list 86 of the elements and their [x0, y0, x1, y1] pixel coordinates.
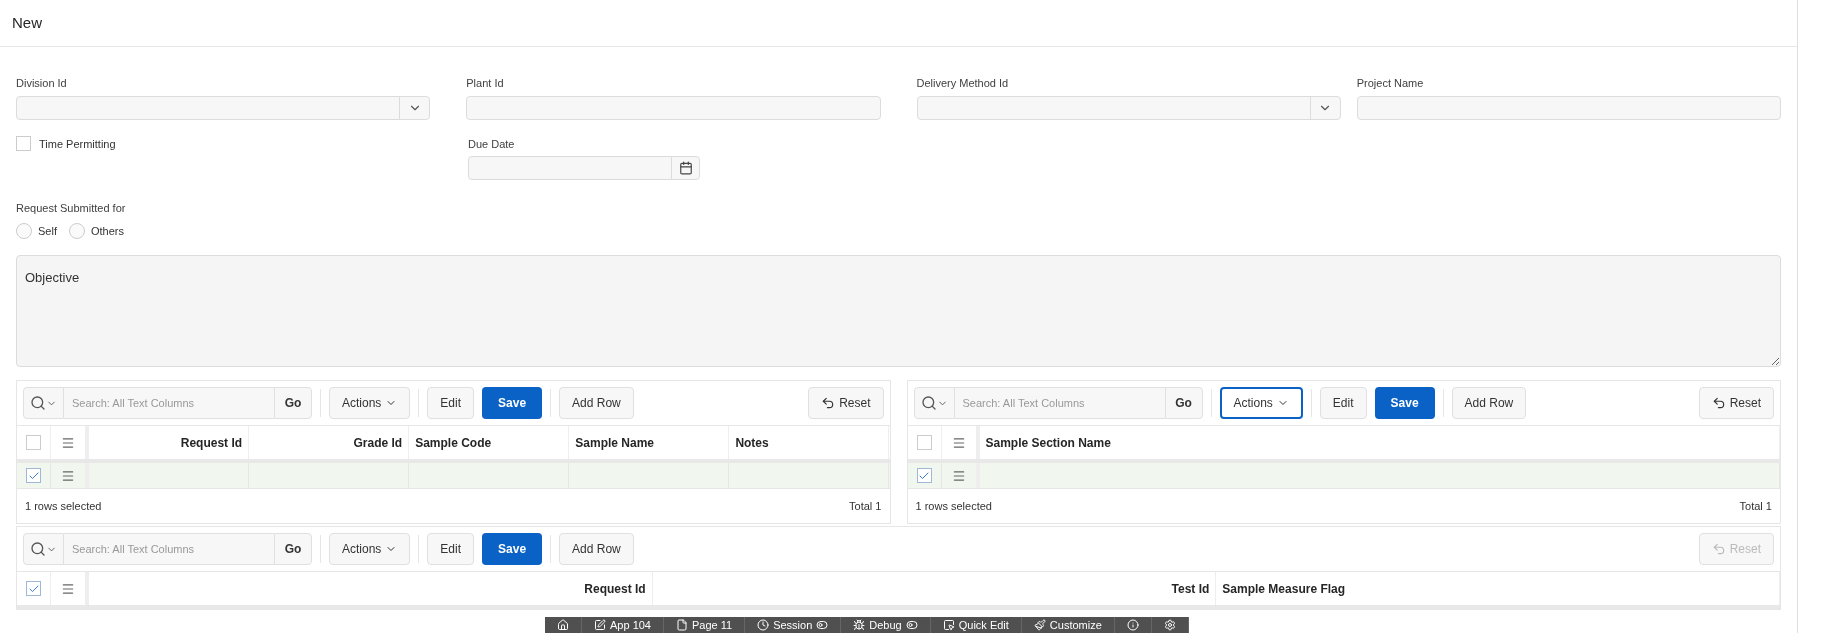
calendar-icon[interactable]: [678, 161, 693, 175]
edit-button[interactable]: Edit: [1319, 387, 1367, 419]
checkbox[interactable]: [26, 581, 41, 596]
menu-icon[interactable]: [951, 435, 966, 450]
radio-button[interactable]: [68, 222, 85, 239]
add-row-button[interactable]: Add Row: [559, 387, 634, 419]
add-row-button[interactable]: Add Row: [1451, 387, 1527, 419]
checkbox[interactable]: [26, 435, 41, 450]
toolbar-button[interactable]: Page 11: [664, 617, 746, 633]
select-field[interactable]: [16, 95, 431, 120]
brush-icon: [1033, 619, 1046, 631]
radio-label: Others: [90, 223, 124, 239]
field-label: Due Date: [468, 136, 516, 152]
checkbox-label: Time Permitting: [39, 136, 116, 152]
clock-icon: [757, 619, 770, 631]
save-button[interactable]: Save: [482, 533, 543, 565]
search-icon: [30, 395, 46, 411]
objective-field[interactable]: Objective: [16, 255, 1781, 367]
search-icon: [920, 395, 937, 411]
page-title: New: [12, 12, 42, 33]
search-menu-button[interactable]: [913, 387, 955, 419]
total-count: Total 1: [849, 498, 882, 514]
reset-button[interactable]: Reset: [1698, 387, 1774, 419]
cursor-icon: [942, 619, 955, 631]
actions-button[interactable]: Actions: [329, 533, 411, 565]
save-button[interactable]: Save: [1374, 387, 1435, 419]
column-header[interactable]: Test Id: [1171, 579, 1210, 598]
input-field[interactable]: [466, 95, 881, 120]
menu-icon[interactable]: [61, 435, 75, 450]
toolbar-button[interactable]: Quick Edit: [930, 617, 1022, 633]
date-field[interactable]: [468, 156, 700, 180]
column-header[interactable]: Notes: [735, 433, 769, 452]
column-header[interactable]: Grade Id: [353, 433, 403, 452]
search-menu-button[interactable]: [23, 533, 64, 565]
menu-icon[interactable]: [61, 581, 75, 596]
actions-button[interactable]: Actions: [1219, 387, 1303, 419]
edit-button[interactable]: Edit: [427, 387, 475, 419]
undo-icon: [821, 396, 836, 410]
toolbar-button[interactable]: App 104: [582, 617, 664, 633]
field-label: Project Name: [1356, 76, 1425, 91]
column-header[interactable]: Sample Measure Flag: [1222, 579, 1346, 598]
toggle-icon: [905, 619, 918, 631]
search-menu-button[interactable]: [23, 387, 64, 419]
edit-button[interactable]: Edit: [427, 533, 475, 565]
column-header[interactable]: Sample Section Name: [985, 433, 1111, 452]
selection-count: 1 rows selected: [25, 498, 102, 514]
input-field[interactable]: [1356, 95, 1781, 120]
checkbox[interactable]: [26, 468, 41, 483]
column-header[interactable]: Request Id: [584, 579, 646, 598]
search-field[interactable]: Search: All Text Columns: [64, 387, 274, 419]
checkbox[interactable]: [916, 468, 932, 483]
field-label: Plant Id: [466, 76, 505, 91]
column-header[interactable]: Sample Code: [415, 433, 492, 452]
select-field[interactable]: [916, 95, 1341, 120]
toolbar-button[interactable]: Debug: [841, 617, 931, 633]
go-button[interactable]: Go: [274, 387, 312, 419]
checkbox[interactable]: [16, 135, 31, 151]
column-header[interactable]: Request Id: [180, 433, 243, 452]
checkbox[interactable]: [916, 435, 932, 450]
radio-label: Self: [38, 223, 57, 239]
undo-icon: [1711, 396, 1726, 410]
search-field[interactable]: Search: All Text Columns: [954, 387, 1165, 419]
search-field[interactable]: Search: All Text Columns: [64, 533, 274, 565]
add-row-button[interactable]: Add Row: [559, 533, 634, 565]
pencil-icon: [594, 619, 606, 631]
go-button[interactable]: Go: [1164, 387, 1203, 419]
page-icon: [676, 619, 688, 631]
field-label: Division Id: [16, 76, 68, 91]
save-button[interactable]: Save: [482, 387, 543, 419]
toggle-icon: [816, 619, 829, 631]
field-label: Delivery Method Id: [916, 76, 1010, 91]
field-label: Request Submitted for: [16, 201, 127, 216]
actions-button[interactable]: Actions: [329, 387, 411, 419]
menu-icon[interactable]: [951, 468, 966, 483]
reset-button[interactable]: Reset: [808, 387, 884, 419]
go-button[interactable]: Go: [274, 533, 312, 565]
toolbar-button[interactable]: Customize: [1021, 617, 1115, 633]
selection-count: 1 rows selected: [915, 498, 992, 514]
bug-icon: [853, 619, 866, 631]
column-header[interactable]: Sample Name: [575, 433, 654, 452]
search-icon: [30, 541, 46, 557]
total-count: Total 1: [1739, 498, 1772, 514]
radio-button[interactable]: [16, 222, 32, 239]
undo-icon: [1711, 542, 1726, 556]
toolbar-button[interactable]: Session: [745, 617, 842, 633]
menu-icon[interactable]: [61, 468, 75, 483]
